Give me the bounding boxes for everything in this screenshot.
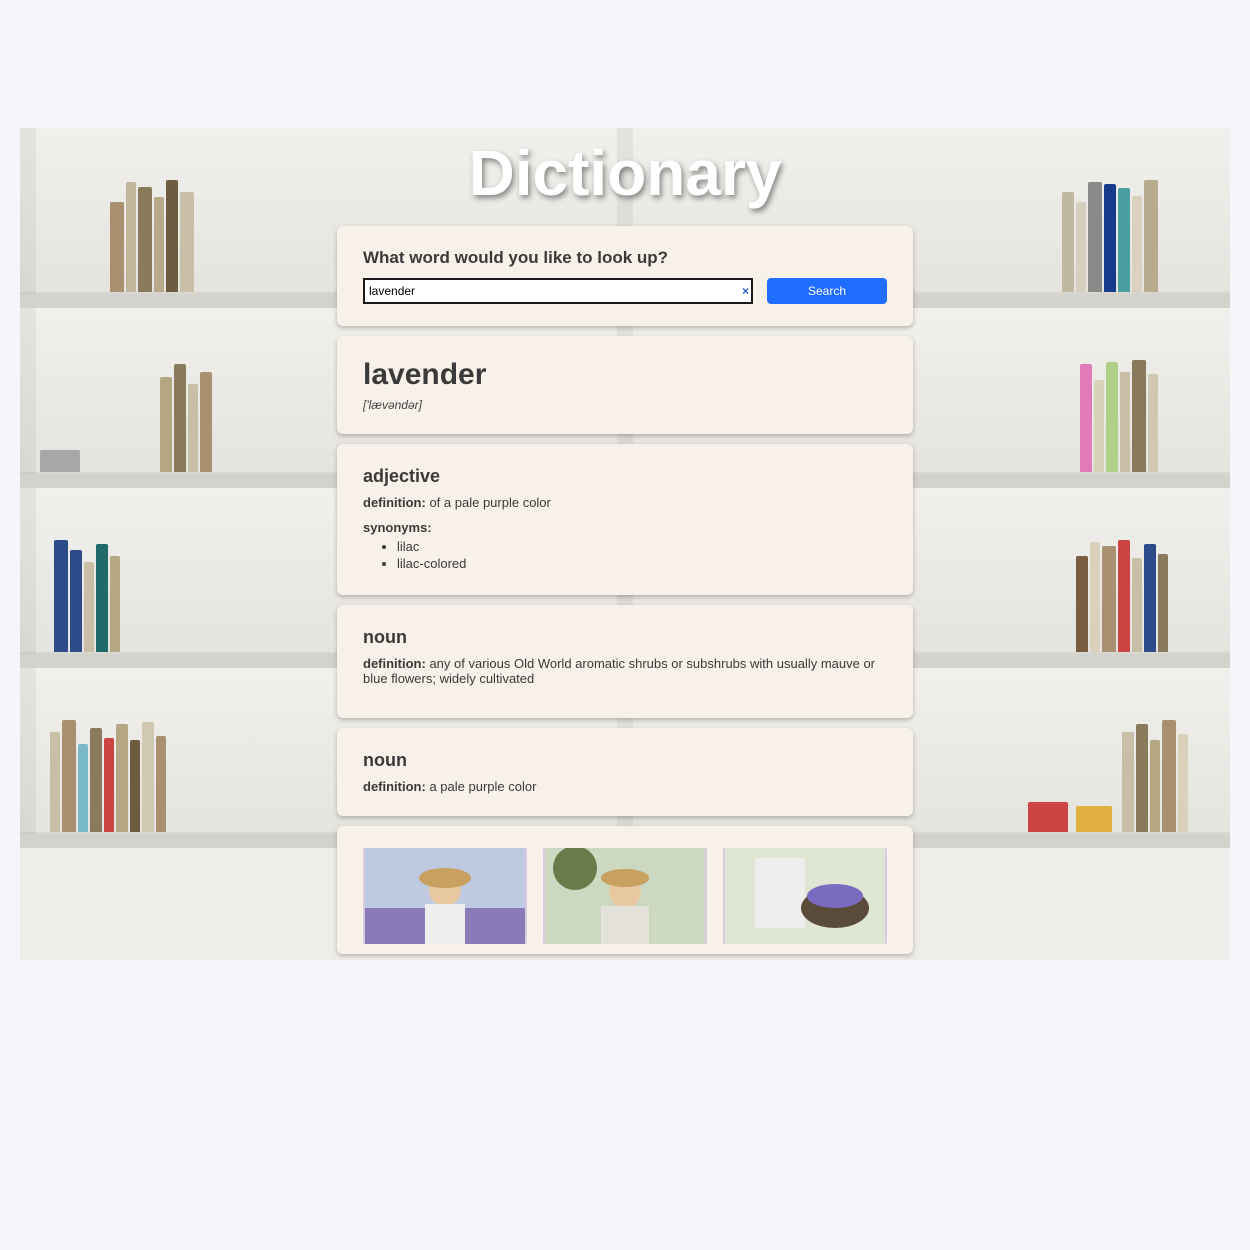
definition-text: any of various Old World aromatic shrubs…	[363, 656, 875, 686]
result-image[interactable]	[723, 848, 887, 944]
image-results-card	[337, 826, 913, 954]
synonym-item: lilac-colored	[397, 556, 887, 571]
synonyms-label: synonyms:	[363, 520, 887, 535]
result-image[interactable]	[543, 848, 707, 944]
word-header-card: lavender ['lævəndər]	[337, 336, 913, 434]
definition-label: definition:	[363, 495, 426, 510]
app-stage: Dictionary What word would you like to l…	[20, 128, 1230, 960]
image-grid	[363, 848, 887, 944]
synonyms-list: lilac lilac-colored	[363, 539, 887, 571]
content-column: What word would you like to look up? × S…	[337, 226, 913, 954]
search-row: × Search	[363, 278, 887, 304]
search-input-wrap: ×	[363, 278, 753, 304]
definition-line: definition: a pale purple color	[363, 779, 887, 794]
definition-card: noun definition: any of various Old Worl…	[337, 605, 913, 718]
part-of-speech: noun	[363, 627, 887, 648]
clear-input-icon[interactable]: ×	[742, 284, 749, 298]
result-image[interactable]	[363, 848, 527, 944]
definition-line: definition: any of various Old World aro…	[363, 656, 887, 686]
search-prompt: What word would you like to look up?	[363, 248, 887, 268]
search-button[interactable]: Search	[767, 278, 887, 304]
part-of-speech: noun	[363, 750, 887, 771]
definition-card: noun definition: a pale purple color	[337, 728, 913, 816]
definition-label: definition:	[363, 656, 426, 671]
search-input[interactable]	[363, 278, 753, 304]
definition-line: definition: of a pale purple color	[363, 495, 887, 510]
result-word: lavender	[363, 358, 887, 392]
search-card: What word would you like to look up? × S…	[337, 226, 913, 326]
synonym-item: lilac	[397, 539, 887, 554]
definition-card: adjective definition: of a pale purple c…	[337, 444, 913, 595]
result-phonetic: ['lævəndər]	[363, 398, 887, 412]
app-title: Dictionary	[20, 128, 1230, 210]
definition-text: of a pale purple color	[429, 495, 550, 510]
definition-label: definition:	[363, 779, 426, 794]
part-of-speech: adjective	[363, 466, 887, 487]
definition-text: a pale purple color	[429, 779, 536, 794]
